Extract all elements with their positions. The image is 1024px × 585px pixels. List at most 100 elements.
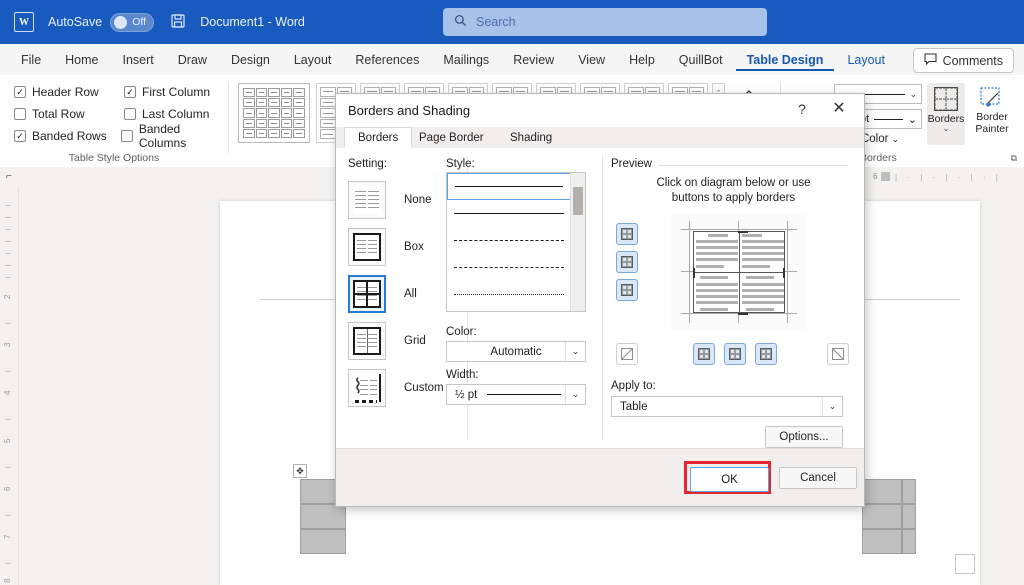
close-icon[interactable]: ✕ — [828, 99, 850, 119]
border-painter-button[interactable]: Border Painter — [970, 83, 1014, 145]
checkbox-header-row[interactable]: Header Row — [14, 85, 110, 99]
color-label: Color: — [446, 326, 477, 338]
border-middle-vertical-button[interactable] — [724, 343, 746, 365]
table-row — [862, 479, 916, 504]
end-of-cell-marker — [955, 554, 975, 574]
ruler-ticks — [220, 167, 228, 187]
tab-table-layout[interactable]: Layout — [836, 49, 896, 71]
border-top-button[interactable] — [616, 223, 638, 245]
comments-button[interactable]: Comments — [912, 48, 1014, 73]
tab-mailings[interactable]: Mailings — [432, 49, 500, 71]
border-none-icon — [348, 180, 386, 219]
vruler-number-6: 6 — [3, 486, 12, 491]
chevron-down-icon[interactable]: ⌄ — [943, 125, 950, 133]
tab-view[interactable]: View — [567, 49, 616, 71]
vruler-number-8: 8 — [3, 578, 12, 583]
ruler-tick-marks-right: | · | · | · | · | — [895, 173, 1002, 182]
tab-quillbot[interactable]: QuillBot — [668, 49, 734, 71]
checkbox-box — [14, 130, 26, 142]
tab-references[interactable]: References — [344, 49, 430, 71]
ok-button[interactable]: OK — [690, 467, 769, 492]
setting-option-grid[interactable]: Grid — [348, 317, 444, 364]
tab-borders[interactable]: Borders — [344, 127, 413, 148]
dialog-launcher-icon[interactable]: ⧉ — [1011, 153, 1017, 164]
comment-icon — [924, 53, 937, 68]
tab-shading[interactable]: Shading — [497, 127, 565, 148]
checkbox-first-column[interactable]: First Column — [124, 85, 210, 99]
color-select[interactable]: Automatic ⌄ — [446, 341, 586, 362]
border-diagonal-up-button[interactable] — [827, 343, 849, 365]
checkbox-label: Banded Rows — [32, 129, 107, 143]
border-left-button[interactable] — [693, 343, 715, 365]
cancel-button[interactable]: Cancel — [779, 467, 857, 489]
borders-split-button[interactable]: Borders ⌄ — [927, 83, 965, 145]
tab-insert[interactable]: Insert — [112, 49, 165, 71]
border-right-button[interactable] — [755, 343, 777, 365]
style-option-dashed[interactable] — [447, 254, 571, 281]
vruler-number-3: 3 — [3, 342, 12, 347]
setting-option-custom[interactable]: ⌇ Custom — [348, 364, 444, 411]
style-scrollbar[interactable] — [570, 173, 585, 311]
border-diagonal-down-button[interactable] — [616, 343, 638, 365]
ok-button-highlight: OK — [684, 461, 771, 494]
table-cell — [902, 479, 916, 504]
tab-home[interactable]: Home — [54, 49, 109, 71]
tab-help[interactable]: Help — [618, 49, 666, 71]
tab-draw[interactable]: Draw — [167, 49, 218, 71]
options-button[interactable]: Options... — [765, 426, 843, 448]
checkbox-total-row[interactable]: Total Row — [14, 107, 110, 121]
scrollbar-thumb[interactable] — [573, 187, 583, 215]
checkbox-banded-rows[interactable]: Banded Rows — [14, 129, 107, 143]
help-question-icon[interactable]: ? — [792, 101, 812, 117]
chevron-down-icon: ⌄ — [907, 113, 917, 126]
checkbox-label: Last Column — [142, 107, 210, 121]
style-option-dashed-fine[interactable] — [447, 227, 571, 254]
chevron-down-icon[interactable]: ⌄ — [565, 342, 585, 361]
tab-stop-left-icon[interactable]: ⌐ — [6, 171, 12, 182]
line-weight-select[interactable]: pt ⌄ — [855, 109, 922, 129]
autosave-toggle[interactable]: Off — [110, 12, 155, 32]
checkbox-last-column[interactable]: Last Column — [124, 107, 209, 121]
width-select[interactable]: ½ pt ⌄ — [446, 384, 586, 405]
setting-option-box[interactable]: Box — [348, 223, 444, 270]
table-row — [300, 504, 346, 529]
border-box-icon — [348, 227, 386, 266]
preview-diagram[interactable] — [671, 213, 807, 331]
setting-list: None Box All Grid ⌇ Custom — [348, 176, 444, 411]
tab-label: Page Border — [419, 131, 484, 144]
group-label-borders: Borders — [860, 152, 897, 164]
tab-file[interactable]: File — [10, 49, 52, 71]
table-move-handle-icon[interactable]: ✥ — [293, 464, 307, 478]
save-icon[interactable] — [170, 13, 186, 32]
style-option-dash-dot[interactable] — [447, 281, 571, 308]
checkbox-banded-columns[interactable]: Banded Columns — [121, 122, 228, 150]
setting-option-none[interactable]: None — [348, 176, 444, 223]
chevron-down-icon[interactable]: ⌄ — [565, 385, 585, 404]
vertical-ruler[interactable]: 2 3 4 5 6 7 8 — [0, 187, 19, 585]
setting-label-all: All — [404, 287, 417, 300]
chevron-down-icon: ⌄ — [909, 88, 917, 99]
options-button-label: Options... — [779, 431, 829, 443]
vruler-number-2: 2 — [3, 294, 12, 299]
tab-design[interactable]: Design — [220, 49, 281, 71]
line-sample — [454, 240, 564, 241]
ruler-indent-marker-right[interactable] — [881, 172, 890, 181]
table-style-gallery-selected[interactable] — [238, 83, 310, 143]
tab-table-design[interactable]: Table Design — [735, 49, 835, 71]
borders-and-shading-dialog: Borders and Shading ? ✕ Borders Page Bor… — [335, 93, 865, 507]
document-table-right[interactable] — [862, 479, 975, 574]
tab-layout[interactable]: Layout — [283, 49, 343, 71]
tab-review[interactable]: Review — [502, 49, 565, 71]
setting-label-grid: Grid — [404, 334, 426, 347]
border-bottom-button[interactable] — [616, 279, 638, 301]
apply-to-select[interactable]: Table ⌄ — [611, 396, 843, 417]
search-input[interactable]: Search — [443, 8, 767, 36]
tab-page-border[interactable]: Page Border — [406, 127, 497, 148]
style-listbox[interactable] — [446, 172, 586, 312]
chevron-down-icon[interactable]: ⌄ — [822, 397, 842, 416]
setting-option-all[interactable]: All — [348, 270, 444, 317]
setting-label: Setting: — [348, 158, 387, 170]
style-option-solid[interactable] — [447, 173, 571, 200]
border-middle-horizontal-button[interactable] — [616, 251, 638, 273]
style-option-solid-thin[interactable] — [447, 200, 571, 227]
